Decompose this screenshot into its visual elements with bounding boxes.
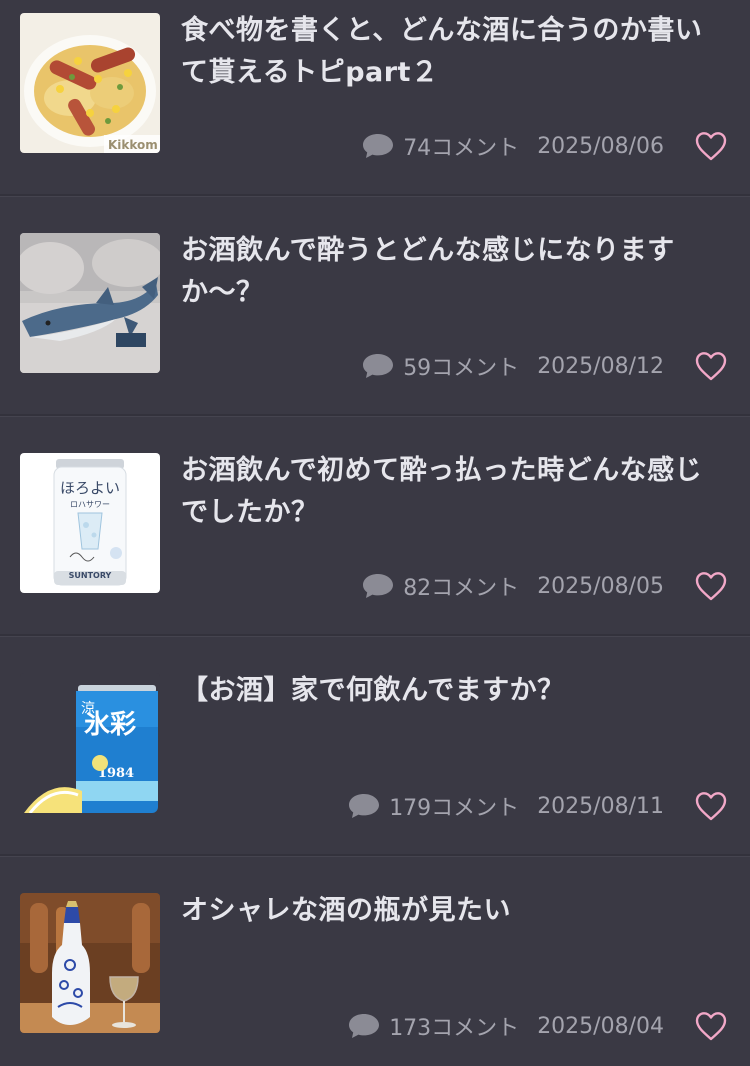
kikkoman-watermark: Kikkom xyxy=(108,138,158,152)
favorite-button[interactable] xyxy=(694,570,728,602)
topic-item[interactable]: ほろよい ロハサワー SUNTORY お酒飲んで初めて酔っ払った時どんな感じでし… xyxy=(0,440,750,660)
can-maker-text: SUNTORY xyxy=(69,571,112,580)
comment-icon xyxy=(363,134,394,158)
bottle-thumbnail[interactable] xyxy=(20,893,160,1033)
heart-icon xyxy=(695,132,727,161)
favorite-button[interactable] xyxy=(694,790,728,822)
divider xyxy=(0,194,750,197)
topic-title[interactable]: 【お酒】家で何飲んでますか？ xyxy=(181,670,726,712)
topic-title[interactable]: お酒飲んで初めて酔っ払った時どんな感じでしたか？ xyxy=(181,450,726,534)
topic-meta: 74コメント 2025/08/06 xyxy=(361,124,728,168)
heart-icon xyxy=(695,1012,727,1041)
heart-icon xyxy=(695,572,727,601)
topic-title[interactable]: オシャレな酒の瓶が見たい xyxy=(181,890,726,932)
favorite-button[interactable] xyxy=(694,350,728,382)
topic-item[interactable]: オシャレな酒の瓶が見たい 173コメント 2025/08/04 xyxy=(0,880,750,1066)
topic-list: Kikkom 食べ物を書くと、どんな酒に合うのか書いて貰えるトピpart２ 74… xyxy=(0,0,750,1066)
heart-icon xyxy=(695,352,727,381)
post-date: 2025/08/05 xyxy=(537,573,664,599)
favorite-button[interactable] xyxy=(694,130,728,162)
comment-icon xyxy=(349,794,380,818)
divider xyxy=(0,634,750,637)
favorite-button[interactable] xyxy=(694,1010,728,1042)
comment-count: 59コメント xyxy=(403,356,520,381)
shark-plush-thumbnail[interactable] xyxy=(20,233,160,373)
comment-count: 173コメント xyxy=(389,1016,520,1041)
can-brand-text: ほろよい xyxy=(60,479,120,497)
comment-icon xyxy=(363,354,394,378)
divider xyxy=(0,414,750,417)
post-date: 2025/08/04 xyxy=(537,1013,664,1039)
post-date: 2025/08/11 xyxy=(537,793,664,819)
topic-item[interactable]: Kikkom 食べ物を書くと、どんな酒に合うのか書いて貰えるトピpart２ 74… xyxy=(0,0,750,220)
topic-meta: 173コメント 2025/08/04 xyxy=(347,1004,728,1048)
topic-item[interactable]: 氷彩 1984 涼 【お酒】家で何飲んでますか？ 179コメント 2025/08… xyxy=(0,660,750,880)
topic-meta: 59コメント 2025/08/12 xyxy=(361,344,728,388)
comment-count: 82コメント xyxy=(403,576,520,601)
topic-meta: 82コメント 2025/08/05 xyxy=(361,564,728,608)
comment-count: 179コメント xyxy=(389,796,520,821)
food-thumbnail[interactable]: Kikkom xyxy=(20,13,160,153)
divider xyxy=(0,854,750,857)
topic-meta: 179コメント 2025/08/11 xyxy=(347,784,728,828)
topic-title[interactable]: お酒飲んで酔うとどんな感じになりますか〜？ xyxy=(181,230,726,314)
can-kanji-text: 涼 xyxy=(81,701,95,717)
post-date: 2025/08/12 xyxy=(537,353,664,379)
comment-icon xyxy=(363,574,394,598)
heart-icon xyxy=(695,792,727,821)
comment-icon xyxy=(349,1014,380,1038)
topic-title[interactable]: 食べ物を書くと、どんな酒に合うのか書いて貰えるトピpart２ xyxy=(181,10,726,94)
topic-item[interactable]: お酒飲んで酔うとどんな感じになりますか〜？ 59コメント 2025/08/12 xyxy=(0,220,750,440)
post-date: 2025/08/06 xyxy=(537,133,664,159)
can-flavor-text: ロハサワー xyxy=(70,500,110,509)
comment-count: 74コメント xyxy=(403,136,520,161)
hyoketsu-can-thumbnail[interactable]: 氷彩 1984 涼 xyxy=(20,673,160,813)
horoyoi-can-thumbnail[interactable]: ほろよい ロハサワー SUNTORY xyxy=(20,453,160,593)
